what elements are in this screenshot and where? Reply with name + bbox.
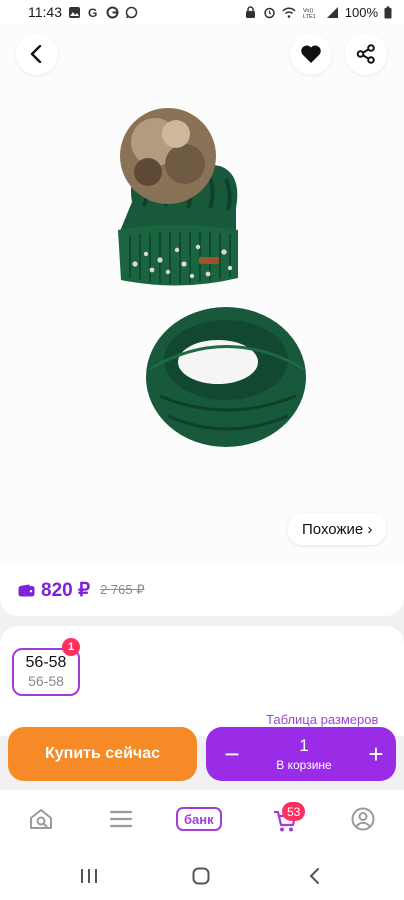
back-button[interactable] <box>16 33 58 75</box>
increase-quantity-button[interactable]: + <box>356 727 396 781</box>
image-icon <box>69 6 80 18</box>
status-right: Vo)) LTE1 100% <box>244 5 392 20</box>
g-letter-icon: G <box>88 6 97 19</box>
similar-label: Похожие › <box>302 520 373 538</box>
product-image <box>118 108 306 447</box>
in-cart-label: В корзине <box>276 757 332 772</box>
nav-profile[interactable] <box>348 804 378 834</box>
heart-icon <box>301 45 321 63</box>
signal-icon <box>326 6 338 18</box>
share-icon <box>356 44 375 64</box>
size-table-link[interactable]: Таблица размеров <box>266 712 378 727</box>
status-time: 11:43 <box>28 4 62 20</box>
old-price: 2 765 ₽ <box>100 582 145 597</box>
similar-products-button[interactable]: Похожие › <box>288 513 387 545</box>
quantity-value: 1 <box>299 735 309 755</box>
home-button[interactable] <box>188 864 214 888</box>
battery-icon <box>384 6 392 18</box>
share-button[interactable] <box>345 33 387 75</box>
status-left: 11:43 G <box>28 4 138 20</box>
nav-catalog[interactable] <box>106 804 136 834</box>
nav-bank-button[interactable]: банк <box>176 807 222 831</box>
wallet-icon <box>18 584 35 596</box>
home-icon <box>192 867 210 885</box>
system-back-button[interactable] <box>302 864 328 888</box>
size-option-sublabel: 56-58 <box>28 673 64 689</box>
volte-lte-icon: Vo))LTE1 <box>303 8 316 19</box>
cart-count-badge: 53 <box>282 802 306 821</box>
profile-icon <box>351 807 375 831</box>
cart-quantity[interactable]: 1 В корзине <box>252 736 356 773</box>
favorite-button[interactable] <box>290 33 332 75</box>
size-count-badge: 1 <box>62 638 80 656</box>
wifi-icon <box>282 7 296 18</box>
system-navigation <box>0 852 404 900</box>
recent-apps-button[interactable] <box>76 864 102 888</box>
home-search-icon <box>30 809 52 829</box>
battery-level: 100% <box>344 4 378 20</box>
whatsapp-icon <box>125 6 138 18</box>
nav-home[interactable] <box>26 804 56 834</box>
svg-text:G: G <box>88 6 97 19</box>
google-icon <box>106 6 119 18</box>
size-option-label: 56-58 <box>25 654 67 671</box>
recent-apps-icon <box>81 869 97 883</box>
lock-icon <box>245 5 255 18</box>
price-card: 820 ₽ 2 765 ₽ <box>0 564 404 616</box>
buy-now-button[interactable]: Купить сейчас <box>8 727 197 781</box>
size-card: 56-58 56-58 1 Таблица размеров <box>0 626 404 736</box>
svg-text:LTE1: LTE1 <box>303 14 316 19</box>
cart-quantity-control: − 1 В корзине + <box>206 727 396 781</box>
decrease-quantity-button[interactable]: − <box>212 727 252 781</box>
back-icon <box>309 868 319 884</box>
chevron-left-icon <box>30 45 42 63</box>
catalog-icon <box>109 810 133 828</box>
status-bar: 11:43 G Vo)) LTE1 100% <box>0 0 404 24</box>
current-price: 820 ₽ <box>41 579 91 601</box>
alarm-icon <box>264 7 275 18</box>
bottom-navigation: банк 53 <box>0 790 404 852</box>
product-gallery[interactable]: Похожие › <box>0 24 404 564</box>
